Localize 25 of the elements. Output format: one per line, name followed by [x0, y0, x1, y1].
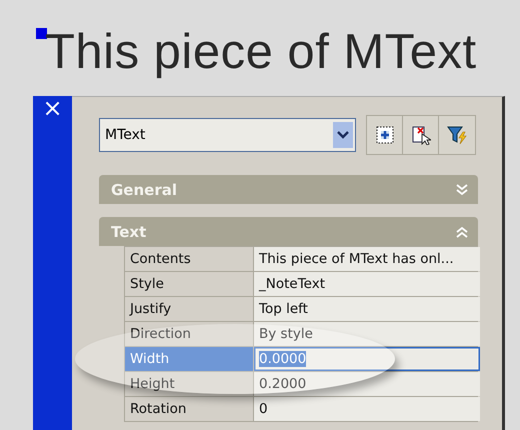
select-objects-icon — [410, 125, 430, 145]
property-value[interactable]: 0 — [254, 397, 480, 421]
property-name[interactable]: Justify — [125, 297, 253, 321]
object-type-dropdown[interactable]: MText — [99, 118, 356, 152]
property-name[interactable]: Rotation — [125, 397, 253, 421]
property-name[interactable]: Direction — [125, 322, 253, 346]
property-value[interactable]: This piece of MText has onl... — [254, 247, 480, 271]
toolbar-button[interactable] — [403, 116, 439, 154]
property-value[interactable]: _NoteText — [254, 272, 480, 296]
caret-icon — [337, 131, 349, 139]
toolbar-button[interactable] — [367, 116, 403, 154]
property-name[interactable]: Contents — [125, 247, 253, 271]
property-value[interactable]: 0.2000 — [254, 372, 480, 396]
toolbar-button[interactable] — [439, 116, 475, 154]
collapse-chevron-icon — [456, 226, 468, 238]
close-button[interactable]: × — [38, 96, 67, 120]
property-value[interactable]: Top left — [254, 297, 480, 321]
quick-select-icon — [374, 125, 394, 145]
grip-icon[interactable] — [36, 28, 47, 39]
expand-chevron-icon — [456, 184, 468, 196]
filter-lightning-icon — [447, 125, 467, 145]
property-name[interactable]: Style — [125, 272, 253, 296]
property-name[interactable]: Height — [125, 372, 253, 396]
mtext-heading: This piece of MText — [45, 28, 477, 77]
property-value[interactable]: By style — [254, 322, 480, 346]
